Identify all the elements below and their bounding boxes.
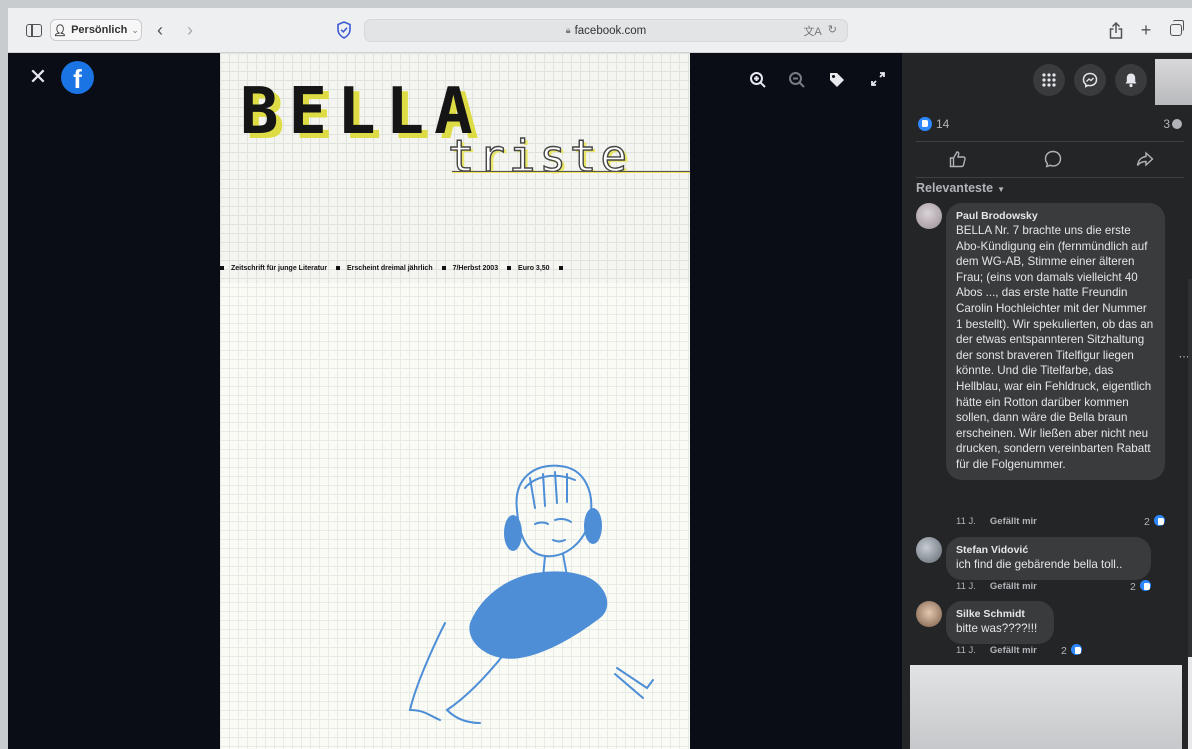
comment-item: Paul Brodowsky BELLA Nr. 7 brachte uns d… <box>916 203 1186 533</box>
comment-text: ich find die gebärende bella toll.. <box>956 558 1123 571</box>
comment-count-value: 3 <box>1163 117 1170 131</box>
share-icon[interactable] <box>1106 19 1126 41</box>
comment-like-count[interactable]: 2 <box>1144 513 1167 528</box>
thumbs-up-icon[interactable] <box>948 149 970 171</box>
tabs-icon[interactable] <box>1166 19 1186 41</box>
comment-age[interactable]: 11 J. <box>956 516 976 527</box>
address-text: facebook.com <box>574 24 647 37</box>
comment-age[interactable]: 11 J. <box>956 581 976 592</box>
magazine-subtitle: triste <box>447 130 631 182</box>
messenger-icon[interactable] <box>1074 64 1106 96</box>
like-count-value: 2 <box>1144 516 1150 528</box>
account-avatar[interactable] <box>1155 59 1192 105</box>
like-link[interactable]: Gefällt mir <box>990 645 1037 656</box>
zoom-in-icon[interactable] <box>749 71 767 89</box>
close-icon[interactable]: ✕ <box>27 66 49 88</box>
comment-like-count[interactable]: 2 <box>1130 578 1153 593</box>
share-arrow-icon[interactable] <box>1135 149 1157 171</box>
comment-meta: 11 J. Gefällt mir <box>956 581 1037 592</box>
comment-bubble: Paul Brodowsky BELLA Nr. 7 brachte uns d… <box>946 203 1165 480</box>
expand-icon[interactable] <box>870 71 888 89</box>
comment-text: bitte was????!!! <box>956 622 1038 635</box>
comment-icon[interactable] <box>1043 149 1065 171</box>
comment-item: Silke Schmidt bitte was????!!! 11 J. Gefä… <box>916 601 1186 661</box>
comment-bubble: Silke Schmidt bitte was????!!! <box>946 601 1054 644</box>
like-link[interactable]: Gefällt mir <box>990 581 1037 592</box>
translate-icon[interactable]: 文A <box>803 23 821 39</box>
comment-author[interactable]: Stefan Vidović <box>956 543 1141 557</box>
reload-icon[interactable]: ↻ <box>828 23 837 39</box>
shield-icon[interactable] <box>334 19 354 41</box>
blurred-ad-block <box>910 665 1182 749</box>
facebook-icon[interactable]: f <box>61 61 94 94</box>
chevron-right-icon[interactable]: › <box>180 19 200 41</box>
lock-icon: 🔒︎ <box>565 25 571 35</box>
grid-menu-icon[interactable] <box>1033 64 1065 96</box>
tagline-item: Erscheint dreimal jährlich <box>347 265 433 272</box>
tagline-item: Euro 3,50 <box>518 265 550 272</box>
comment-item: Stefan Vidović ich find die gebärende be… <box>916 537 1186 597</box>
reaction-count: 14 <box>936 117 950 131</box>
comment-count[interactable]: 3 <box>1163 117 1182 131</box>
comment-meta: 11 J. Gefällt mir <box>956 645 1037 656</box>
photo-viewer: ✕ f BELLA triste Zeitschrift für junge L… <box>8 53 902 749</box>
comments-panel: 14 3 Relevanteste ▼ Paul Brodowsky BELLA … <box>902 53 1192 749</box>
like-reaction-icon <box>918 117 932 131</box>
comment-author[interactable]: Silke Schmidt <box>956 607 1044 621</box>
chevron-left-icon[interactable]: ‹ <box>150 19 170 41</box>
bell-icon[interactable] <box>1115 64 1147 96</box>
magazine-tagline: Zeitschrift für junge Literatur Erschein… <box>220 265 690 272</box>
avatar[interactable] <box>916 537 942 563</box>
magazine-cover: BELLA triste Zeitschrift für junge Liter… <box>220 53 690 749</box>
comment-bubble: Stefan Vidović ich find die gebärende be… <box>946 537 1151 580</box>
profile-button[interactable]: 👤︎ Persönlich ⌄ <box>50 19 142 41</box>
cover-illustration <box>408 464 654 724</box>
address-bar[interactable]: 🔒︎ facebook.com 文A ↻ <box>364 19 848 42</box>
sort-dropdown[interactable]: Relevanteste ▼ <box>916 181 1005 195</box>
like-reaction-icon <box>1137 578 1153 593</box>
plus-icon[interactable]: + <box>1136 19 1156 41</box>
tag-icon[interactable] <box>828 71 846 89</box>
like-count-value: 2 <box>1130 581 1136 593</box>
like-count-value: 2 <box>1061 645 1067 657</box>
comment-bubble-icon <box>1172 119 1182 129</box>
avatar[interactable] <box>916 203 942 229</box>
reaction-summary[interactable]: 14 3 <box>918 117 1188 135</box>
profile-label: Persönlich <box>71 24 128 36</box>
tagline-item: Zeitschrift für junge Literatur <box>231 265 328 272</box>
zoom-out-icon[interactable] <box>788 71 806 89</box>
panel-header <box>902 53 1192 108</box>
title-rule <box>452 171 690 173</box>
like-link[interactable]: Gefällt mir <box>990 516 1037 527</box>
browser-toolbar: 👤︎ Persönlich ⌄ ‹ › 🔒︎ facebook.com 文A ↻… <box>8 8 1192 53</box>
comment-age[interactable]: 11 J. <box>956 645 976 656</box>
comment-like-count[interactable]: 2 <box>1061 642 1084 657</box>
panel-edge <box>1188 657 1192 749</box>
comment-author[interactable]: Paul Brodowsky <box>956 209 1155 223</box>
post-actions <box>916 143 1184 177</box>
caret-down-icon: ▼ <box>997 185 1006 194</box>
person-icon: 👤︎ <box>53 24 68 37</box>
divider <box>916 141 1184 142</box>
comment-text: BELLA Nr. 7 brachte uns die erste Abo-Kü… <box>956 224 1154 471</box>
chevron-down-icon: ⌄ <box>131 24 139 35</box>
tagline-item: 7/Herbst 2003 <box>452 265 499 272</box>
comment-meta: 11 J. Gefällt mir <box>956 516 1037 527</box>
sidebar-icon[interactable] <box>24 19 44 41</box>
avatar[interactable] <box>916 601 942 627</box>
divider <box>916 177 1184 178</box>
browser-window: 👤︎ Persönlich ⌄ ‹ › 🔒︎ facebook.com 文A ↻… <box>8 8 1192 749</box>
like-reaction-icon <box>1068 642 1084 657</box>
like-reaction-icon <box>1151 513 1167 528</box>
magazine-title: BELLA <box>240 75 483 149</box>
sort-label: Relevanteste <box>916 181 994 195</box>
